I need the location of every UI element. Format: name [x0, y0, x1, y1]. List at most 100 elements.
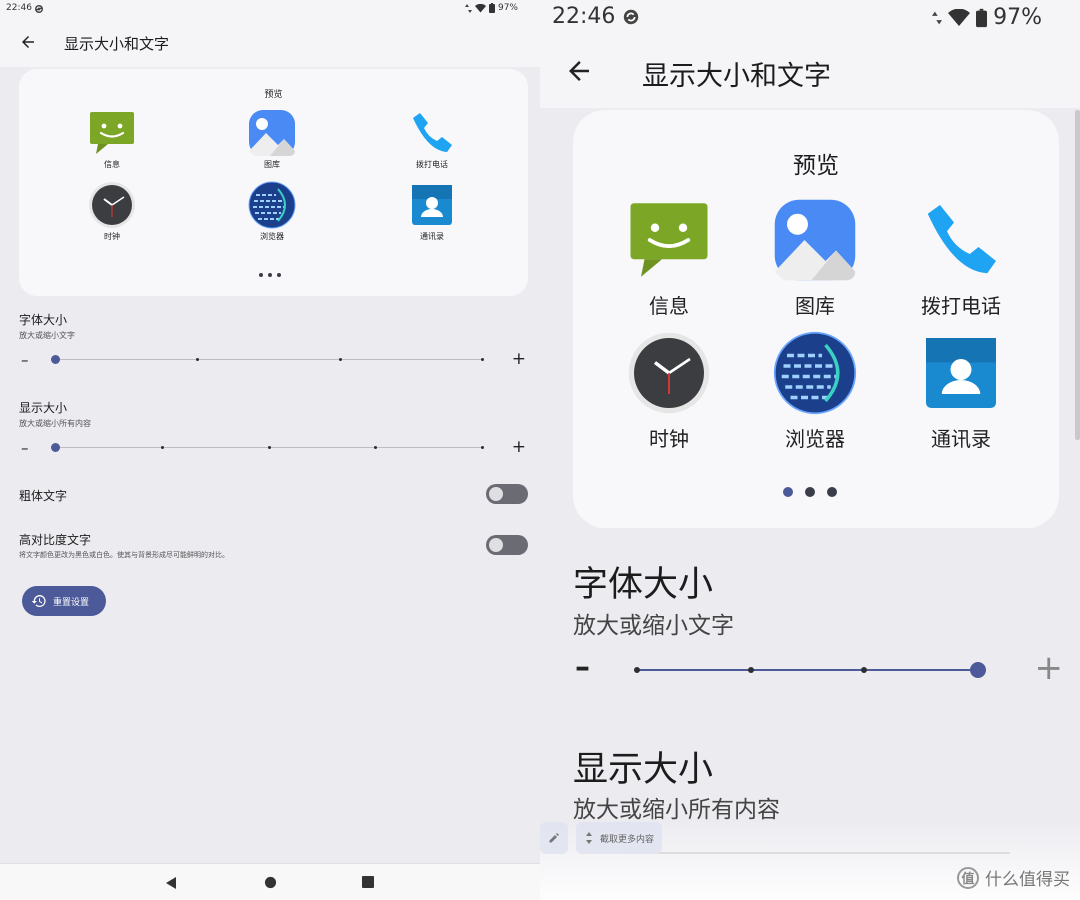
messages-icon: [630, 203, 708, 277]
browser-icon: [248, 181, 296, 229]
display-size-title: 显示大小: [573, 750, 714, 790]
app-messages: 信息: [604, 198, 734, 319]
display-size-subtitle: 放大或缩小所有内容: [573, 797, 780, 823]
right-screenshot: 22:46 97% 显示大小和文字 预览 信息 图库 拨打电话 时钟 浏览器 通…: [540, 0, 1080, 900]
status-icons: 97%: [464, 3, 518, 13]
watermark-text: 什么值得买: [985, 870, 1070, 890]
app-bar: 显示大小和文字: [0, 19, 540, 67]
nav-home-icon[interactable]: [264, 876, 277, 889]
high-contrast-description: 将文字颜色更改为黑色或白色。使其与背景形成尽可能鲜明的对比。: [19, 551, 229, 559]
display-size-title: 显示大小: [19, 401, 68, 415]
sync-icon: [623, 9, 639, 25]
slider-tick: [861, 667, 867, 673]
display-size-slider-ghost: [630, 852, 1010, 854]
back-arrow-icon[interactable]: [19, 33, 37, 51]
app-label: 拨打电话: [921, 294, 1001, 318]
slider-thumb[interactable]: [970, 662, 986, 678]
slider-tick: [634, 667, 640, 673]
display-size-slider[interactable]: – +: [19, 437, 529, 458]
page-indicator: [540, 487, 1080, 497]
app-phone: 拨打电话: [392, 109, 472, 170]
battery-percent: 97%: [993, 5, 1042, 30]
toggle-knob: [489, 487, 503, 501]
page-title: 显示大小和文字: [642, 61, 831, 92]
data-arrows-icon: [932, 11, 943, 24]
slider-tick: [268, 446, 271, 449]
high-contrast-toggle[interactable]: [486, 535, 528, 555]
app-browser: 浏览器: [232, 181, 312, 242]
font-size-title: 字体大小: [19, 313, 68, 327]
browser-icon: [773, 331, 857, 415]
app-label: 信息: [104, 160, 120, 169]
status-time: 22:46: [6, 3, 32, 13]
clock-icon: [628, 332, 710, 414]
font-size-slider[interactable]: – +: [573, 648, 1064, 690]
wifi-icon: [948, 8, 971, 26]
contacts-icon: [412, 185, 452, 225]
status-bar: 22:46 97%: [540, 0, 1080, 38]
slider-thumb[interactable]: [51, 355, 60, 364]
capture-more-button[interactable]: 截取更多内容: [576, 822, 663, 854]
nav-back-icon[interactable]: [164, 876, 178, 890]
capture-toolbar: 截取更多内容: [540, 822, 663, 854]
font-size-slider[interactable]: – +: [19, 349, 529, 370]
page-dot: [259, 273, 263, 277]
data-arrows-icon: [464, 3, 472, 13]
font-size-subtitle: 放大或缩小文字: [573, 613, 734, 639]
app-label: 拨打电话: [416, 160, 448, 169]
slider-tick: [339, 358, 342, 361]
slider-track: [55, 359, 483, 360]
slider-tick: [196, 358, 199, 361]
nav-recents-icon[interactable]: [362, 876, 374, 888]
status-bar: 22:46 97%: [0, 0, 540, 19]
high-contrast-label: 高对比度文字: [19, 533, 92, 547]
decrease-font-button[interactable]: –: [21, 351, 29, 369]
reset-label: 重置设置: [53, 597, 90, 608]
slider-tick: [374, 446, 377, 449]
scrollbar[interactable]: [1075, 110, 1080, 440]
back-arrow-icon[interactable]: [564, 56, 594, 86]
app-bar: 显示大小和文字: [540, 38, 1080, 108]
smzdm-logo-icon: 值: [957, 866, 979, 889]
app-messages: 信息: [72, 109, 152, 170]
reset-settings-button[interactable]: 重置设置: [22, 586, 106, 616]
pencil-icon: [549, 833, 559, 843]
edit-button[interactable]: [540, 822, 568, 854]
app-label: 时钟: [649, 427, 689, 451]
history-icon: [31, 595, 46, 607]
app-label: 信息: [649, 294, 689, 318]
messages-icon: [90, 112, 134, 154]
preview-card: 预览 信息 图库 拨打电话 时钟 浏览器 通讯录: [19, 69, 528, 296]
app-browser: 浏览器: [750, 331, 880, 452]
expand-icon: [586, 832, 592, 844]
increase-display-button[interactable]: +: [512, 437, 526, 457]
bold-text-toggle[interactable]: [486, 484, 528, 504]
app-contacts: 通讯录: [392, 181, 472, 242]
page-title: 显示大小和文字: [64, 35, 170, 53]
app-clock: 时钟: [604, 331, 734, 452]
battery-percent: 97%: [497, 3, 518, 13]
navigation-bar: [0, 863, 540, 900]
phone-icon: [927, 205, 996, 274]
phone-icon: [413, 113, 452, 152]
slider-track: [637, 669, 978, 671]
slider-tick: [481, 446, 484, 449]
display-size-subtitle: 放大或缩小所有内容: [19, 419, 91, 428]
increase-font-button[interactable]: +: [1035, 648, 1064, 688]
decrease-display-button[interactable]: –: [21, 439, 29, 457]
app-label: 通讯录: [931, 427, 991, 451]
app-clock: 时钟: [72, 181, 152, 242]
battery-icon: [976, 8, 988, 27]
gallery-icon: [774, 199, 856, 281]
page-dot: [805, 487, 815, 497]
app-label: 通讯录: [420, 232, 444, 241]
page-dot-active: [783, 487, 793, 497]
preview-title: 预览: [793, 153, 839, 179]
app-contacts: 通讯录: [896, 331, 1026, 452]
slider-thumb[interactable]: [51, 443, 60, 452]
decrease-font-button[interactable]: –: [575, 650, 590, 685]
preview-title: 预览: [264, 90, 283, 100]
sync-icon: [35, 5, 43, 13]
app-label: 图库: [264, 160, 280, 169]
increase-font-button[interactable]: +: [512, 349, 526, 369]
